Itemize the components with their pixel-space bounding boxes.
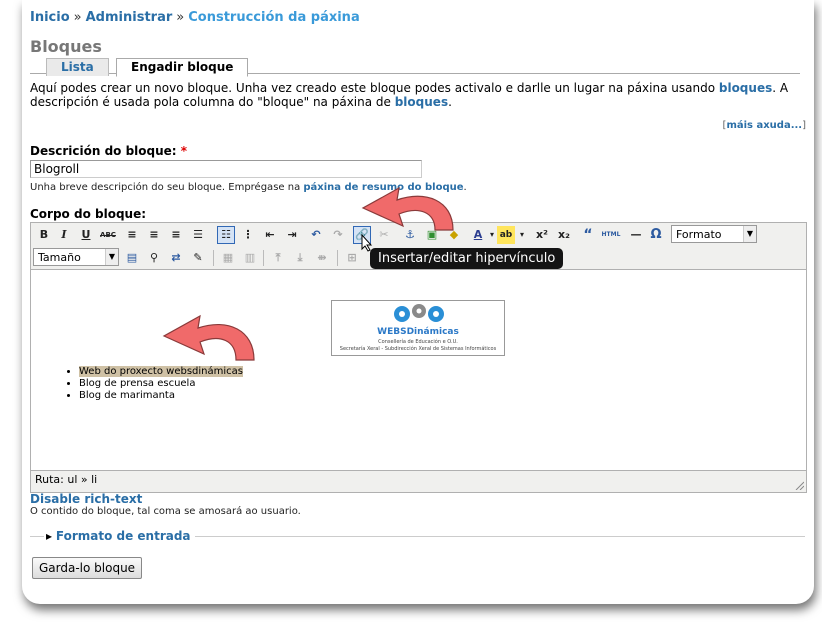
breadcrumb-link-construccion[interactable]: Construcción da páxina [188,10,359,25]
blockquote-button[interactable]: “ [579,226,597,244]
blocks-link-2[interactable]: bloques [395,95,448,109]
outdent-icon[interactable]: ⇤ [261,226,279,244]
intro-part1: Aquí podes crear un novo bloque. Unha ve… [30,81,719,95]
align-left-icon[interactable]: ≡ [123,226,141,244]
breadcrumb-link-administrar[interactable]: Administrar [86,10,173,25]
annotation-arrow-icon [361,186,454,231]
special-char-button[interactable]: Ω [647,226,665,244]
table-icon[interactable]: ▦ [219,249,237,267]
gears-icon [394,304,444,322]
tab-engadir-bloque[interactable]: Engadir bloque [116,58,249,77]
blocks-link-1[interactable]: bloques [719,81,772,95]
body-help: O contido do bloque, tal coma se amosará… [30,506,301,517]
align-justify-icon[interactable]: ☰ [189,226,207,244]
link-tooltip: Insertar/editar hipervínculo [370,248,564,269]
logo-line-2: Secretaría Xeral - Subdirección Xeral de… [339,346,497,352]
input-format-legend[interactable]: ▸ Formato de entrada [44,529,195,543]
superscript-button[interactable]: x² [533,226,551,244]
input-format-link[interactable]: Formato de entrada [56,529,191,543]
chevron-down-icon: ▼ [743,226,756,242]
strikethrough-button[interactable]: ABC [99,226,117,244]
format-select-value: Formato [676,228,722,241]
list-item-text: Blog de prensa escuela [79,378,196,389]
italic-button[interactable]: I [55,226,73,244]
replace-icon[interactable]: ⇄ [167,249,185,267]
insert-col-icon[interactable]: ⇻ [313,249,331,267]
breadcrumb-separator: » [176,10,185,25]
insert-row-icon[interactable]: ⤒ [269,249,287,267]
table-props-icon[interactable]: ▥ [241,249,259,267]
collapse-triangle-icon: ▸ [46,529,53,543]
edit-icon[interactable]: ✎ [189,249,207,267]
list-item[interactable]: Blog de marimanta [79,390,243,402]
toolbar-separator [213,250,214,266]
resize-grip-icon[interactable] [794,480,804,490]
tab-lista[interactable]: Lista [46,58,109,76]
bullet-list-icon[interactable]: ☷ [217,226,235,244]
editor-status-path: Ruta: ul » li [35,473,98,486]
bold-button[interactable]: B [35,226,53,244]
html-source-button[interactable]: HTML [599,226,623,244]
page-panel: Inicio» Administrar» Construcción da páxin… [22,0,814,604]
editor-content-area[interactable]: WEBSDinámicas Consellería de Educación e… [31,269,806,471]
logo-title: WEBSDinámicas [377,327,459,337]
split-cells-icon[interactable]: ⊞ [343,249,361,267]
more-help: [máis axuda...] [723,120,806,131]
undo-icon[interactable]: ↶ [307,226,325,244]
delete-row-icon[interactable]: ⤓ [291,249,309,267]
description-help-prefix: Unha breve descripción do seu bloque. Em… [30,182,304,193]
body-label: Corpo do bloque: [30,207,147,221]
intro-part3: . [448,95,452,109]
list-item-text: Blog de marimanta [79,390,175,401]
annotation-arrow-icon [162,314,255,361]
save-block-button[interactable]: Garda-lo bloque [32,557,143,579]
content-list: Web do proxecto websdinámicas Blog de pr… [61,366,243,402]
required-mark: * [180,144,188,158]
breadcrumb-separator: » [73,10,82,25]
align-center-icon[interactable]: ≡ [145,226,163,244]
indent-icon[interactable]: ⇥ [283,226,301,244]
size-select-value: Tamaño [38,251,81,264]
list-item[interactable]: Web do proxecto websdinámicas [79,366,243,378]
highlight-dropdown-icon[interactable]: ▾ [513,226,531,244]
breadcrumb-link-inicio[interactable]: Inicio [30,10,70,25]
intro-text: Aquí podes crear un novo bloque. Unha ve… [30,81,800,109]
websdinamicas-logo: WEBSDinámicas Consellería de Educación e… [331,300,505,356]
find-icon[interactable]: ⚲ [145,249,163,267]
list-item[interactable]: Blog de prensa escuela [79,378,243,390]
horizontal-rule-icon[interactable]: — [627,226,645,244]
underline-button[interactable]: U [77,226,95,244]
toolbar-separator [263,250,264,266]
description-label-text: Descrición do bloque: [30,144,177,158]
redo-icon[interactable]: ↷ [329,226,347,244]
numbered-list-icon[interactable]: ⋮ [239,226,257,244]
preview-icon[interactable]: ▤ [123,249,141,267]
format-select[interactable]: Formato ▼ [671,225,757,243]
subscript-button[interactable]: x₂ [555,226,573,244]
disable-rich-text-link[interactable]: Disable rich-text [30,492,142,506]
description-label: Descrición do bloque: * [30,144,187,158]
more-help-bracket-close: ] [802,120,806,131]
toolbar-separator [337,250,338,266]
size-select[interactable]: Tamaño ▼ [33,248,119,266]
page-title: Bloques [30,37,102,56]
breadcrumb: Inicio» Administrar» Construcción da páxin… [30,10,360,25]
more-help-link[interactable]: máis axuda... [726,120,802,131]
chevron-down-icon: ▼ [105,249,118,265]
list-item-text: Web do proxecto websdinámicas [79,366,243,377]
logo-line-1: Consellería de Educación e O.U. [378,339,458,345]
description-input[interactable] [30,160,422,178]
align-right-icon[interactable]: ≡ [167,226,185,244]
